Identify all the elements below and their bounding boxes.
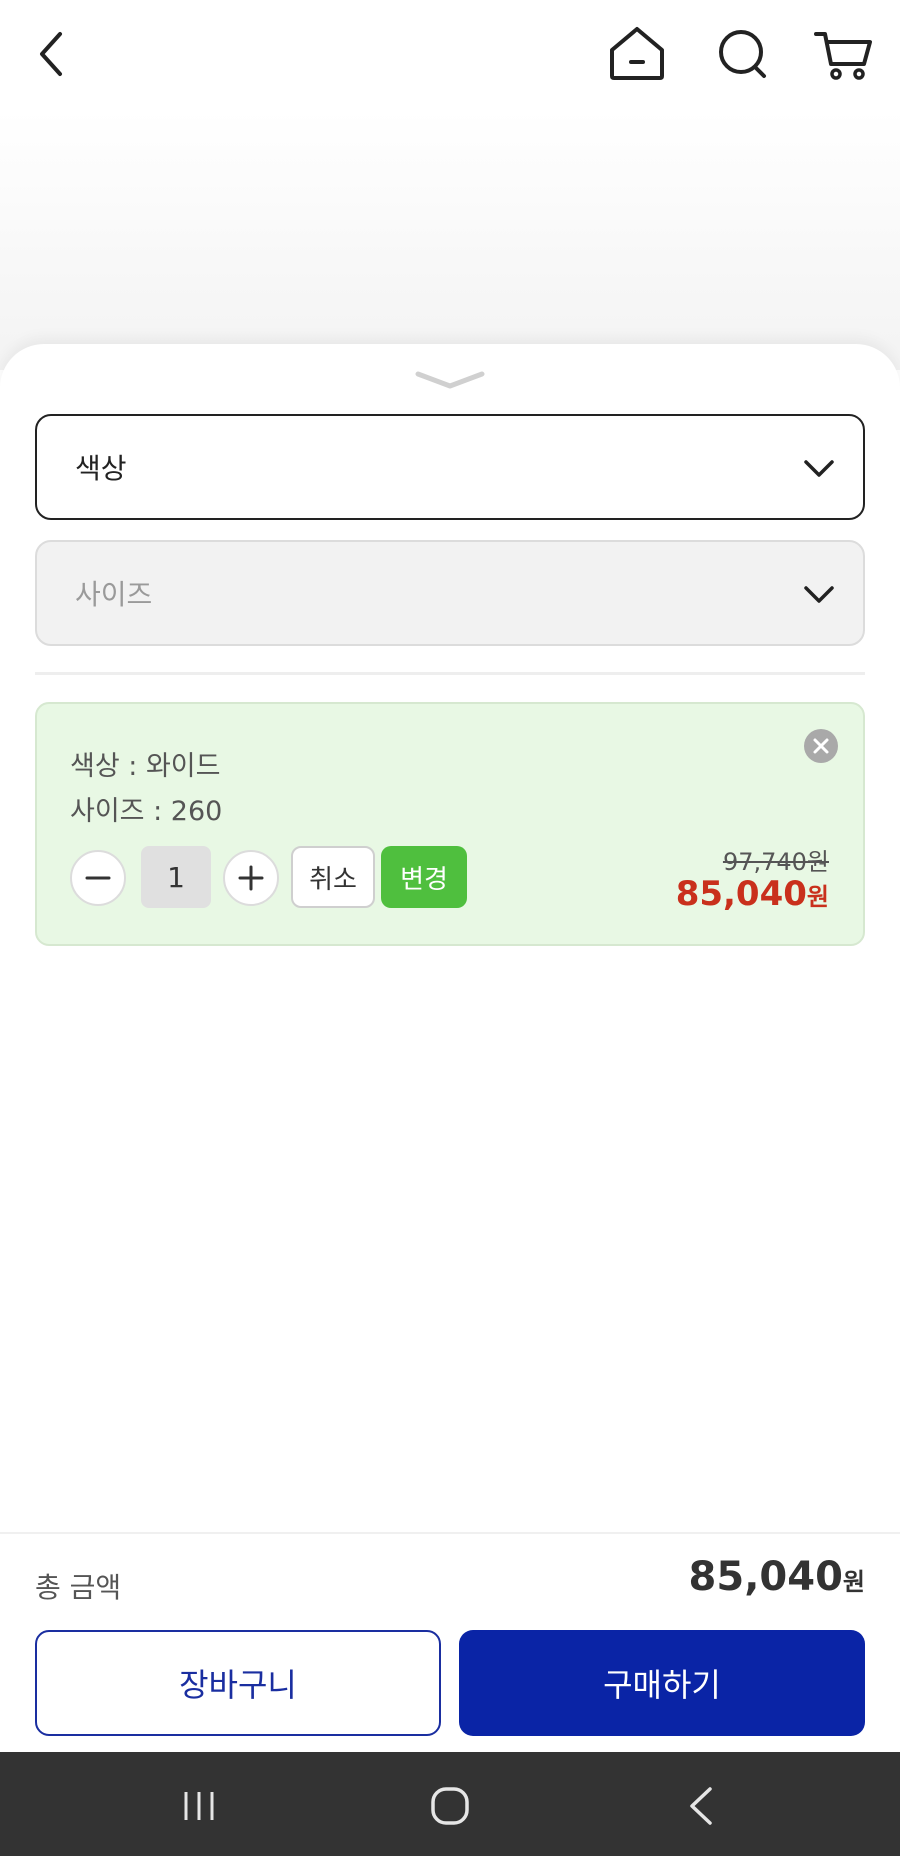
selected-option-card: 색상 : 와이드 사이즈 : 260 1 취소 변경 97,740원 85,04… [35, 702, 865, 946]
size-select-label: 사이즈 [75, 578, 153, 611]
size-select[interactable]: 사이즈 [35, 540, 865, 646]
original-price: 97,740원 [722, 848, 829, 876]
color-select[interactable]: 색상 [35, 414, 865, 520]
quantity-increase-button[interactable] [223, 850, 279, 906]
plus-icon [238, 865, 264, 891]
cart-icon[interactable] [808, 20, 878, 90]
option-bottom-sheet: 색상 사이즈 색상 : 와이드 사이즈 : 260 1 취소 변경 97,740… [0, 344, 900, 1532]
total-price-value: 85,040 [688, 1554, 843, 1600]
total-label: 총 금액 [35, 1571, 122, 1604]
purchase-footer: 총 금액 85,040원 장바구니 구매하기 [0, 1532, 900, 1752]
recent-apps-icon[interactable] [177, 1784, 221, 1828]
divider [35, 672, 865, 675]
selected-size-text: 사이즈 : 260 [70, 796, 223, 827]
selected-color-text: 색상 : 와이드 [70, 751, 221, 782]
color-select-label: 색상 [75, 452, 127, 485]
remove-option-close-icon[interactable] [803, 728, 839, 764]
change-button[interactable]: 변경 [381, 846, 467, 908]
total-price: 85,040원 [689, 1554, 865, 1600]
quantity-input[interactable]: 1 [141, 846, 211, 908]
back-arrow-icon[interactable] [18, 20, 88, 90]
sale-price: 85,040원 [676, 874, 829, 914]
minus-icon [85, 876, 111, 880]
chevron-down-icon [801, 451, 837, 487]
sale-price-value: 85,040 [675, 874, 807, 914]
quantity-decrease-button[interactable] [70, 850, 126, 906]
system-navigation-bar [0, 1752, 900, 1856]
search-icon[interactable] [708, 20, 778, 90]
cancel-button[interactable]: 취소 [291, 846, 375, 908]
add-to-cart-button[interactable]: 장바구니 [35, 1630, 441, 1736]
sale-price-unit: 원 [806, 883, 829, 911]
top-bar [0, 0, 900, 110]
sheet-collapse-handle-icon[interactable] [412, 366, 488, 396]
product-backdrop [0, 110, 900, 370]
home-nav-icon[interactable] [428, 1784, 472, 1828]
back-nav-icon[interactable] [680, 1784, 724, 1828]
chevron-down-icon [801, 577, 837, 613]
home-icon[interactable] [602, 20, 672, 90]
total-price-unit: 원 [842, 1568, 865, 1596]
buy-now-button[interactable]: 구매하기 [459, 1630, 865, 1736]
